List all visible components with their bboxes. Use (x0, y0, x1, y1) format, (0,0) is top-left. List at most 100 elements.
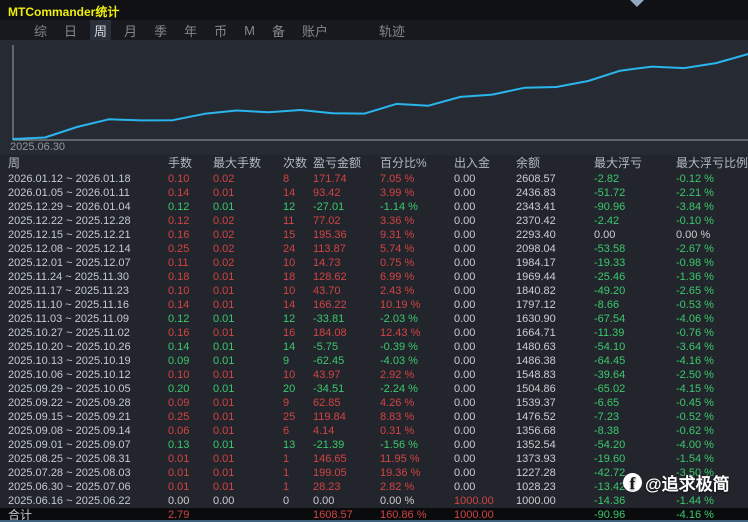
cell: 0.00 (454, 480, 516, 494)
cell: 14.73 (313, 256, 380, 270)
table-row[interactable]: 2025.09.15 ~ 2025.09.210.250.0125119.848… (0, 410, 748, 424)
cell: 1548.83 (516, 368, 594, 382)
cell: 1 (283, 480, 313, 494)
cell: 0.00 (213, 494, 283, 508)
cell: 8 (283, 172, 313, 186)
facebook-icon: f (623, 473, 642, 492)
cell: 2293.40 (516, 228, 594, 242)
week-range: 2025.06.16 ~ 2025.06.22 (0, 494, 168, 508)
cell: -1.14 % (380, 200, 454, 214)
table-row[interactable]: 2025.11.24 ~ 2025.11.300.180.0118128.626… (0, 270, 748, 284)
table-row[interactable]: 2025.12.01 ~ 2025.12.070.110.021014.730.… (0, 256, 748, 270)
table-row[interactable]: 2025.10.20 ~ 2025.10.260.140.0114-5.75-0… (0, 340, 748, 354)
table-row[interactable]: 2025.09.29 ~ 2025.10.050.200.0120-34.51-… (0, 382, 748, 396)
table-row[interactable]: 2025.08.25 ~ 2025.08.310.010.011146.6511… (0, 452, 748, 466)
table-row[interactable]: 2025.12.15 ~ 2025.12.210.160.0215195.369… (0, 228, 748, 242)
tab-monthly[interactable]: 月 (120, 20, 141, 41)
cell: 184.08 (313, 326, 380, 340)
column-header: 最大浮亏比例 (676, 155, 748, 172)
watermark-text: @追求极简 (645, 470, 730, 495)
cell: -2.82 (594, 172, 676, 186)
cell: -2.42 (594, 214, 676, 228)
cell: -5.75 (313, 340, 380, 354)
cell: 0.02 (213, 256, 283, 270)
cell: -19.60 (594, 452, 676, 466)
cell: 14 (283, 340, 313, 354)
tab-currency[interactable]: 币 (210, 20, 231, 41)
cell: 0.25 (168, 410, 213, 424)
cell: 128.62 (313, 270, 380, 284)
cell: 0.01 (213, 312, 283, 326)
tab-quarterly[interactable]: 季 (150, 20, 171, 41)
week-range: 2025.09.22 ~ 2025.09.28 (0, 396, 168, 410)
cell: 2343.41 (516, 200, 594, 214)
tab-yearly[interactable]: 年 (180, 20, 201, 41)
table-row[interactable]: 2025.09.08 ~ 2025.09.140.060.0164.140.31… (0, 424, 748, 438)
column-header: 出入金 (454, 155, 516, 172)
cell: 0.12 (168, 200, 213, 214)
cell: 0.00 (454, 452, 516, 466)
table-row[interactable]: 2025.10.13 ~ 2025.10.190.090.019-62.45-4… (0, 354, 748, 368)
cell: -90.96 (594, 200, 676, 214)
cell: 9 (283, 396, 313, 410)
cell: -4.06 % (676, 312, 748, 326)
table-row[interactable]: 2025.10.27 ~ 2025.11.020.160.0116184.081… (0, 326, 748, 340)
table-row[interactable]: 2026.01.05 ~ 2026.01.110.140.011493.423.… (0, 186, 748, 200)
tab-m[interactable]: M (240, 22, 259, 39)
table-row[interactable]: 2025.09.22 ~ 2025.09.280.090.01962.854.2… (0, 396, 748, 410)
cell: 10.19 % (380, 298, 454, 312)
tab-trajectory[interactable]: 轨迹 (375, 20, 409, 41)
tab-daily[interactable]: 日 (60, 20, 81, 41)
cell: 0.06 (168, 424, 213, 438)
cell: -39.64 (594, 368, 676, 382)
cell: 0.01 (213, 368, 283, 382)
cell: 0.01 (168, 452, 213, 466)
cell: 0.00 (454, 410, 516, 424)
cell: 1000.00 (454, 494, 516, 508)
cell: 2436.83 (516, 186, 594, 200)
table-row[interactable]: 2025.12.22 ~ 2025.12.280.120.021177.023.… (0, 214, 748, 228)
cell: 18 (283, 270, 313, 284)
table-row[interactable]: 2025.11.17 ~ 2025.11.230.100.011043.702.… (0, 284, 748, 298)
cell: 77.02 (313, 214, 380, 228)
cell: 166.22 (313, 298, 380, 312)
cell: 2.82 % (380, 480, 454, 494)
table-row[interactable]: 2025.06.16 ~ 2025.06.220.000.0000.000.00… (0, 494, 748, 508)
cell: 1664.71 (516, 326, 594, 340)
cell: 0.75 % (380, 256, 454, 270)
cell: 0.12 (168, 214, 213, 228)
cell: 1984.17 (516, 256, 594, 270)
cell: 0.01 (213, 326, 283, 340)
cell: -0.10 % (676, 214, 748, 228)
app-window: MTCommander统计 综日周月季年币M备账户轨迹 2025.06.30 周… (0, 0, 748, 522)
table-row[interactable]: 2025.12.08 ~ 2025.12.140.250.0224113.875… (0, 242, 748, 256)
cell: 20 (283, 382, 313, 396)
tab-summary[interactable]: 综 (30, 20, 51, 41)
cell: -6.65 (594, 396, 676, 410)
tab-weekly[interactable]: 周 (90, 20, 111, 41)
table-row[interactable]: 2025.09.01 ~ 2025.09.070.130.0113-21.39-… (0, 438, 748, 452)
cell: 0.00 (454, 326, 516, 340)
cell: 113.87 (313, 242, 380, 256)
cell: 0.18 (168, 270, 213, 284)
table-row[interactable]: 2025.10.06 ~ 2025.10.120.100.011043.972.… (0, 368, 748, 382)
cell: 1352.54 (516, 438, 594, 452)
cell: 10 (283, 256, 313, 270)
dropdown-arrow-icon[interactable] (630, 0, 644, 7)
table-row[interactable]: 2025.12.29 ~ 2026.01.040.120.0112-27.01-… (0, 200, 748, 214)
cell: 14 (283, 298, 313, 312)
title-bar: MTCommander统计 (0, 0, 748, 20)
menu-bar: 综日周月季年币M备账户 轨迹 (0, 20, 748, 40)
cell: -65.02 (594, 382, 676, 396)
table-row[interactable]: 2026.01.12 ~ 2026.01.180.100.028171.747.… (0, 172, 748, 186)
cell: 0.01 (213, 424, 283, 438)
cell: -8.38 (594, 424, 676, 438)
table-row[interactable]: 2025.11.03 ~ 2025.11.090.120.0112-33.81-… (0, 312, 748, 326)
table-row[interactable]: 2025.11.10 ~ 2025.11.160.140.0114166.221… (0, 298, 748, 312)
cell: 0.01 (213, 410, 283, 424)
tab-account[interactable]: 账户 (298, 20, 332, 41)
cell: 25 (283, 410, 313, 424)
tab-notes[interactable]: 备 (268, 20, 289, 41)
cell: 0.00 (454, 396, 516, 410)
cell: 0.00 (454, 354, 516, 368)
